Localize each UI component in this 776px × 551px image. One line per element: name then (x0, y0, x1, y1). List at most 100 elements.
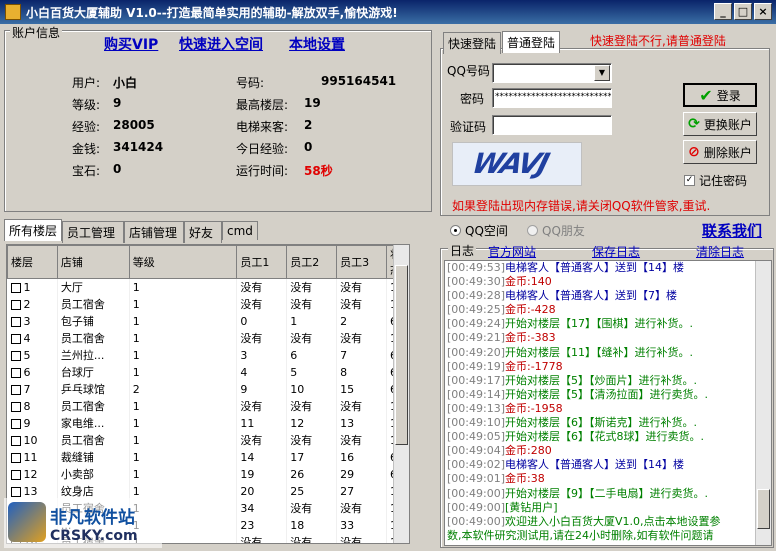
floor-number: 13 (23, 484, 38, 498)
row-checkbox[interactable] (10, 418, 21, 429)
table-vertical-scrollbar[interactable] (393, 245, 409, 543)
captcha-text: WAVJ (468, 147, 552, 180)
radio-qq-friend[interactable]: QQ朋友 (527, 222, 585, 239)
table-row[interactable]: 1大厅1没有没有没有1 (7, 278, 409, 296)
qq-number-select[interactable]: ▼ (492, 63, 612, 83)
table-cell: 9 (236, 380, 288, 398)
table-cell: 13 (7, 482, 58, 500)
login-button[interactable]: ✔ 登录 (683, 83, 757, 107)
log-textarea[interactable]: [00:49:53]电梯客人【普通客人】送到【14】楼 [00:49:30]金币:… (444, 260, 772, 546)
log-message: 开始对楼层【9】【二手电扇】进行卖货。. (505, 486, 708, 500)
log-scroll-thumb[interactable] (757, 489, 770, 529)
official-site-link[interactable]: 官方网站 (488, 243, 536, 260)
table-cell: 员工宿舍 (57, 431, 130, 449)
row-checkbox[interactable] (10, 469, 21, 480)
table-cell: 16 (336, 448, 387, 466)
account-field-label: 运行时间: (236, 164, 289, 178)
minimize-button[interactable]: _ (714, 3, 732, 20)
row-checkbox[interactable] (10, 452, 21, 463)
log-message: 开始对楼层【11】【缝补】进行补货。. (505, 345, 693, 359)
local-settings-link[interactable]: 本地设置 (289, 34, 345, 54)
contact-us-link[interactable]: 联系我们 (702, 220, 762, 241)
row-checkbox[interactable] (10, 333, 21, 344)
delete-account-button[interactable]: ⊘ 删除账户 (683, 140, 757, 164)
log-line: [00:49:14]开始对楼层【5】【清汤拉面】进行卖货。. (445, 388, 771, 402)
column-header[interactable]: 员工2 (286, 245, 338, 279)
row-checkbox[interactable] (10, 435, 21, 446)
table-cell: 1 (286, 312, 338, 330)
log-line: [00:49:25]金币:-428 (445, 303, 771, 317)
table-cell: 9 (7, 414, 58, 432)
radio-selected-icon[interactable] (450, 225, 461, 236)
table-cell: 没有 (286, 397, 338, 415)
table-cell: 26 (286, 465, 338, 483)
row-checkbox[interactable] (10, 316, 21, 327)
remember-password-checkbox[interactable]: ✓ 记住密码 (684, 172, 747, 189)
title-bar: 小白百货大厦辅助 V1.0--打造最简单实用的辅助-解放双手,愉快游戏! _ □… (0, 0, 776, 24)
log-message: 数,本软件研究测试用,请在24小时删除,如有软件问题请 (447, 528, 714, 542)
radio-qq-space[interactable]: QQ空间 (450, 222, 508, 239)
table-row[interactable]: 12小卖部11926296 (7, 465, 409, 483)
login-hint: 快速登陆不行,请普通登陆 (590, 34, 726, 48)
table-row[interactable]: 2员工宿舍1没有没有没有1 (7, 295, 409, 313)
close-button[interactable]: × (754, 3, 772, 20)
column-header[interactable]: 员工1 (236, 245, 288, 279)
table-cell: 27 (336, 482, 387, 500)
table-cell: 34 (236, 499, 288, 517)
log-timestamp: [00:49:19] (447, 359, 505, 373)
tab-normal-login[interactable]: 普通登陆 (502, 31, 561, 53)
tab-2[interactable]: 店铺管理 (124, 221, 184, 243)
row-checkbox[interactable] (10, 486, 21, 497)
column-header[interactable]: 店铺 (56, 245, 130, 279)
column-header[interactable]: 等级 (128, 245, 238, 279)
table-cell: 6 (7, 363, 58, 381)
account-field-label: 用户: (72, 76, 101, 90)
account-field-value: 341424 (113, 140, 164, 154)
row-checkbox[interactable] (10, 350, 21, 361)
dropdown-arrow-icon[interactable]: ▼ (594, 65, 610, 81)
row-checkbox[interactable] (10, 282, 21, 293)
table-row[interactable]: 4员工宿舍1没有没有没有1 (7, 329, 409, 347)
column-header[interactable]: 楼层 (7, 245, 58, 279)
table-row[interactable]: 10员工宿舍1没有没有没有1 (7, 431, 409, 449)
buy-vip-link[interactable]: 购买VIP (104, 34, 158, 54)
table-row[interactable]: 13纹身店12025271 (7, 482, 409, 500)
account-group-label: 账户信息 (10, 24, 63, 41)
table-cell: 1 (129, 329, 238, 347)
tab-4[interactable]: cmd (222, 221, 258, 240)
table-cell: 7 (336, 346, 387, 364)
table-row[interactable]: 3包子铺10126 (7, 312, 409, 330)
save-log-link[interactable]: 保存日志 (592, 243, 640, 260)
account-field-value: 小白 (113, 76, 138, 90)
table-row[interactable]: 9家电维...11112131 (7, 414, 409, 432)
log-message: 电梯客人【普通客人】送到【7】楼 (505, 289, 677, 303)
tab-quick-login[interactable]: 快速登陆 (443, 32, 502, 54)
tab-0[interactable]: 所有楼层 (4, 219, 62, 241)
tab-3[interactable]: 好友 (184, 221, 222, 243)
table-row[interactable]: 5兰州拉...13676 (7, 346, 409, 364)
table-row[interactable]: 7乒乓球馆2910156 (7, 380, 409, 398)
account-field-label: 经验: (72, 120, 101, 134)
quick-space-link[interactable]: 快速进入空间 (179, 34, 263, 54)
remember-password-label: 记住密码 (699, 174, 748, 188)
row-checkbox[interactable] (10, 401, 21, 412)
log-message: 金币:280 (505, 444, 552, 458)
switch-account-button[interactable]: ⟳ 更换账户 (683, 112, 757, 136)
checkbox-checked-icon[interactable]: ✓ (684, 175, 695, 186)
captcha-input[interactable] (492, 115, 612, 135)
password-label: 密码 (460, 92, 485, 106)
row-checkbox[interactable] (10, 299, 21, 310)
log-vertical-scrollbar[interactable] (755, 261, 771, 545)
maximize-button[interactable]: □ (734, 3, 752, 20)
clear-log-link[interactable]: 清除日志 (696, 243, 744, 260)
column-header[interactable]: 员工3 (336, 245, 387, 279)
scroll-thumb[interactable] (395, 265, 408, 445)
table-row[interactable]: 11裁缝铺11417166 (7, 448, 409, 466)
row-checkbox[interactable] (10, 367, 21, 378)
tab-1[interactable]: 员工管理 (62, 221, 124, 243)
password-input[interactable]: **************************** (492, 88, 612, 108)
radio-unselected-icon[interactable] (527, 225, 538, 236)
table-row[interactable]: 6台球厅14586 (7, 363, 409, 381)
row-checkbox[interactable] (10, 384, 21, 395)
table-row[interactable]: 8员工宿舍1没有没有没有1 (7, 397, 409, 415)
